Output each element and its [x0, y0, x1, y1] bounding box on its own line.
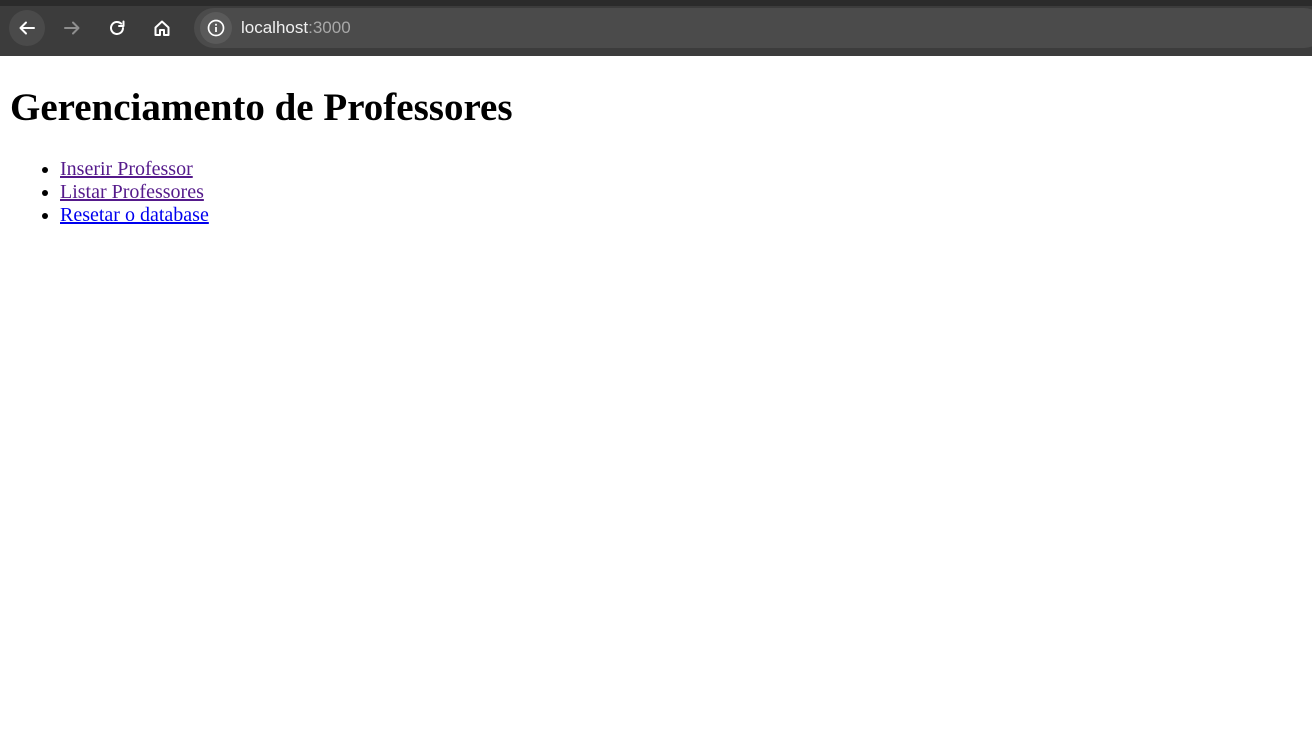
reload-button[interactable]: [99, 10, 135, 46]
address-bar[interactable]: localhost:3000: [194, 8, 1312, 48]
list-item: Listar Professores: [60, 181, 209, 204]
link-resetar-database[interactable]: Resetar o database: [60, 204, 209, 226]
arrow-right-icon: [64, 21, 80, 35]
home-icon: [154, 20, 170, 36]
reload-icon: [110, 20, 125, 35]
list-item: Inserir Professor: [60, 158, 209, 181]
page-content: Gerenciamento de Professores Inserir Pro…: [0, 56, 1312, 732]
home-button[interactable]: [144, 10, 180, 46]
page-title: Gerenciamento de Professores: [10, 86, 513, 129]
site-info-button[interactable]: [200, 12, 232, 44]
browser-toolbar: localhost:3000: [0, 0, 1312, 56]
url-host: localhost: [241, 18, 309, 37]
forward-button[interactable]: [54, 10, 90, 46]
nav-link-list: Inserir Professor Listar Professores Res…: [0, 158, 209, 227]
link-listar-professores[interactable]: Listar Professores: [60, 181, 204, 203]
url-port: :3000: [308, 18, 351, 37]
url-text: localhost:3000: [241, 18, 351, 38]
list-item: Resetar o database: [60, 204, 209, 227]
info-icon: [207, 19, 225, 37]
link-inserir-professor[interactable]: Inserir Professor: [60, 158, 193, 180]
back-button[interactable]: [9, 10, 45, 46]
arrow-left-icon: [19, 21, 35, 35]
